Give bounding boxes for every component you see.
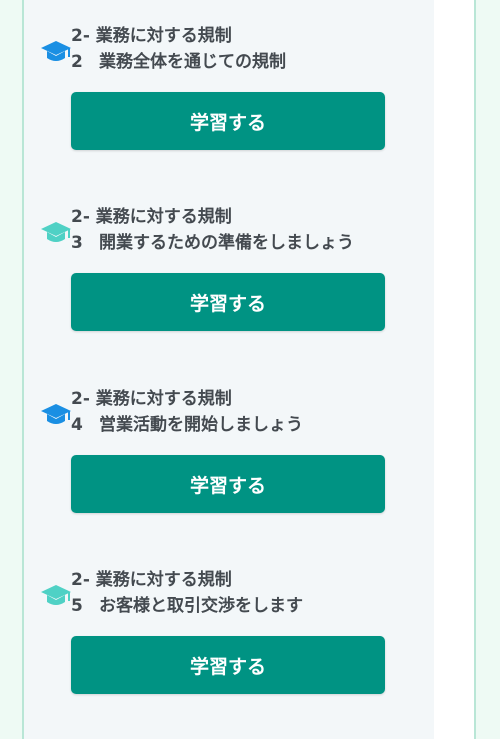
lesson-title: 営業活動を開始しましょう bbox=[99, 415, 303, 435]
study-button[interactable]: 学習する bbox=[71, 455, 385, 513]
lesson-title: 業務全体を通じての規制 bbox=[99, 52, 286, 72]
study-button[interactable]: 学習する bbox=[71, 636, 385, 694]
lesson-title: お客様と取引交渉をします bbox=[99, 596, 303, 616]
graduation-cap-icon bbox=[40, 39, 72, 65]
lesson-number: 3 bbox=[71, 233, 83, 253]
lesson-number: 5 bbox=[71, 596, 83, 616]
study-button[interactable]: 学習する bbox=[71, 92, 385, 150]
study-button[interactable]: 学習する bbox=[71, 273, 385, 331]
lesson-number: 4 bbox=[71, 415, 83, 435]
lesson-heading: 2- 業務に対する規制 4 営業活動を開始しましょう bbox=[71, 386, 303, 438]
lesson-heading: 2- 業務に対する規制 3 開業するための準備をしましょう bbox=[71, 204, 354, 256]
lesson-title: 開業するための準備をしましょう bbox=[99, 233, 354, 253]
lesson-heading: 2- 業務に対する規制 5 お客様と取引交渉をします bbox=[71, 567, 303, 619]
lesson-heading: 2- 業務に対する規制 2 業務全体を通じての規制 bbox=[71, 23, 286, 75]
lesson-category: 2- 業務に対する規制 bbox=[71, 207, 232, 227]
graduation-cap-icon bbox=[40, 583, 72, 609]
lesson-category: 2- 業務に対する規制 bbox=[71, 570, 232, 590]
lesson-category: 2- 業務に対する規制 bbox=[71, 26, 232, 46]
lesson-number: 2 bbox=[71, 52, 83, 72]
lesson-category: 2- 業務に対する規制 bbox=[71, 389, 232, 409]
graduation-cap-icon bbox=[40, 402, 72, 428]
graduation-cap-icon bbox=[40, 220, 72, 246]
